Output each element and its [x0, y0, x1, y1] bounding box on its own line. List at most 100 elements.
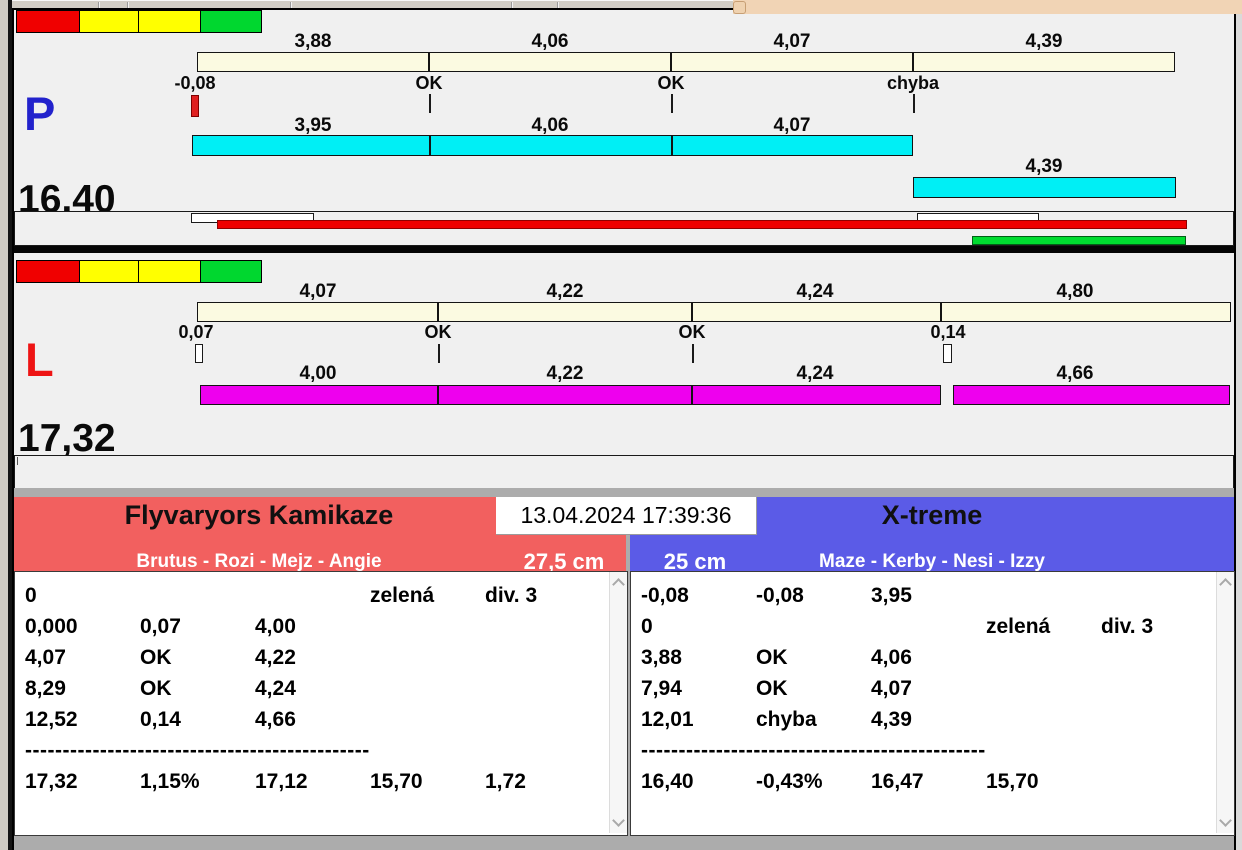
result-cell: 4,24: [255, 676, 296, 700]
lane-divider: [14, 246, 1234, 253]
scroll-down-icon[interactable]: [612, 814, 625, 827]
result-cell: 7,94: [641, 676, 682, 700]
legend-red-swatch: [16, 260, 80, 283]
result-cell: zelená: [370, 583, 435, 607]
bar-separator: [437, 303, 439, 321]
background-window-area: [733, 0, 1242, 14]
scrollbar[interactable]: [609, 572, 627, 833]
scroll-down-icon[interactable]: [1219, 814, 1232, 827]
lane-l-total-time: 17,32: [18, 417, 116, 460]
total-cell: 16,47: [871, 769, 924, 793]
bar-separator: [912, 53, 914, 71]
total-cell: 15,70: [370, 769, 423, 793]
lane-l-ruler-label: 4,07: [299, 281, 337, 302]
scoreboard: Flyvaryors Kamikaze Brutus - Rozi - Mejz…: [14, 488, 1235, 850]
total-cell: -0,43%: [756, 769, 823, 793]
result-cell: chyba: [756, 707, 817, 731]
lane-l-run-label: 4,22: [546, 363, 584, 384]
lane-p-run-label: 4,06: [531, 115, 569, 136]
result-cell: -0,08: [756, 583, 804, 607]
lane-l-run-label: 4,66: [1056, 363, 1094, 384]
result-cell: OK: [140, 645, 172, 669]
split-tick: [671, 94, 673, 113]
bar-separator: [691, 303, 693, 321]
lane-l-status-label: OK: [424, 322, 452, 342]
team-left-name: Flyvaryors Kamikaze: [124, 500, 394, 530]
lane-p-status-label: OK: [415, 73, 443, 93]
lane-l-run-bar-2: [953, 385, 1230, 405]
lane-p-ruler-label: 4,07: [773, 31, 811, 52]
bar-separator: [691, 386, 693, 404]
result-totals-row: 17,32 1,15% 17,12 15,70 1,72: [25, 766, 600, 797]
team-left-results: 0 zelená div. 3 0,000 0,07 4,00 4,07 OK 4,22 8…: [25, 580, 600, 797]
total-cell: 17,12: [255, 769, 308, 793]
team-left-dogs: Brutus - Rozi - Mejz - Angie: [136, 551, 382, 572]
result-row: 4,07 OK 4,22: [25, 642, 600, 673]
split-tick: [692, 344, 694, 363]
lane-l-ruler-label: 4,24: [796, 281, 834, 302]
result-row: 7,94 OK 4,07: [641, 673, 1216, 704]
lane-p-ruler-label: 3,88: [294, 31, 332, 52]
legend-yellow-swatch: [138, 260, 201, 283]
lane-p-run-label: 4,39: [1025, 156, 1063, 177]
lane-p-progress-track: [14, 211, 1234, 246]
result-cell: 8,29: [25, 676, 66, 700]
team-right-results: -0,08 -0,08 3,95 0 zelená div. 3 3,88 OK 4,06 …: [641, 580, 1216, 797]
result-cell: 4,39: [871, 707, 912, 731]
lane-l-ruler-label: 4,80: [1056, 281, 1094, 302]
result-cell: OK: [756, 676, 788, 700]
app-window: 3,88 4,06 4,07 4,39 -0,08 OK OK chyba 3,…: [0, 0, 1242, 850]
lane-l-legend: [16, 260, 262, 283]
scroll-up-icon[interactable]: [1219, 578, 1232, 591]
lane-p-run-label: 4,07: [773, 115, 811, 136]
progress-bar-red: [217, 220, 1187, 229]
result-cell: 0,07: [140, 614, 181, 638]
progress-notch: [17, 457, 18, 465]
lane-l-status-label: 0,14: [930, 322, 966, 342]
race-datetime: 13.04.2024 17:39:36: [496, 497, 757, 535]
split-tick: [913, 94, 915, 113]
result-cell: 0,000: [25, 614, 78, 638]
result-cell: 4,22: [255, 645, 296, 669]
bar-separator: [429, 136, 431, 155]
result-row: 12,52 0,14 4,66: [25, 704, 600, 735]
toolbar-grip: [733, 1, 746, 14]
bar-separator: [428, 53, 430, 71]
total-cell: 1,72: [485, 769, 526, 793]
team-right-results-area[interactable]: -0,08 -0,08 3,95 0 zelená div. 3 3,88 OK 4,06 …: [630, 571, 1235, 836]
total-cell: 16,40: [641, 769, 694, 793]
lane-p-status-label: OK: [657, 73, 685, 93]
team-left-results-area[interactable]: 0 zelená div. 3 0,000 0,07 4,00 4,07 OK 4,22 8…: [14, 571, 628, 836]
dashed-separator: ----------------------------------------…: [25, 738, 370, 762]
lane-l-status-label: OK: [678, 322, 706, 342]
result-cell: OK: [140, 676, 172, 700]
lane-l-progress-track: [14, 455, 1234, 490]
lane-l-run-label: 4,24: [796, 363, 834, 384]
result-row: 8,29 OK 4,24: [25, 673, 600, 704]
dashed-separator: ----------------------------------------…: [641, 738, 986, 762]
result-cell: 4,06: [871, 645, 912, 669]
result-cell: 4,66: [255, 707, 296, 731]
scroll-up-icon[interactable]: [612, 578, 625, 591]
legend-green-swatch: [200, 10, 262, 33]
lane-p-status-label: -0,08: [174, 73, 216, 93]
legend-yellow-swatch: [79, 260, 139, 283]
legend-yellow-swatch: [138, 10, 201, 33]
result-cell: zelená: [986, 614, 1051, 638]
result-cell: -0,08: [641, 583, 689, 607]
bar-separator: [670, 53, 672, 71]
lane-l-ruler-label: 4,22: [546, 281, 584, 302]
result-cell: div. 3: [485, 583, 538, 607]
result-cell: 0: [25, 583, 37, 607]
lane-p-letter: P: [24, 87, 56, 140]
lane-l-run-bar: [200, 385, 941, 405]
bar-separator: [437, 386, 439, 404]
legend-green-swatch: [200, 260, 262, 283]
lane-p-run-label: 3,95: [294, 115, 332, 136]
right-window-frame: [1236, 14, 1242, 850]
total-cell: 17,32: [25, 769, 78, 793]
scrollbar[interactable]: [1216, 572, 1234, 833]
result-cell: 4,07: [871, 676, 912, 700]
lane-p-run-bar-2: [913, 177, 1176, 198]
lane-p-ruler-label: 4,39: [1025, 31, 1063, 52]
